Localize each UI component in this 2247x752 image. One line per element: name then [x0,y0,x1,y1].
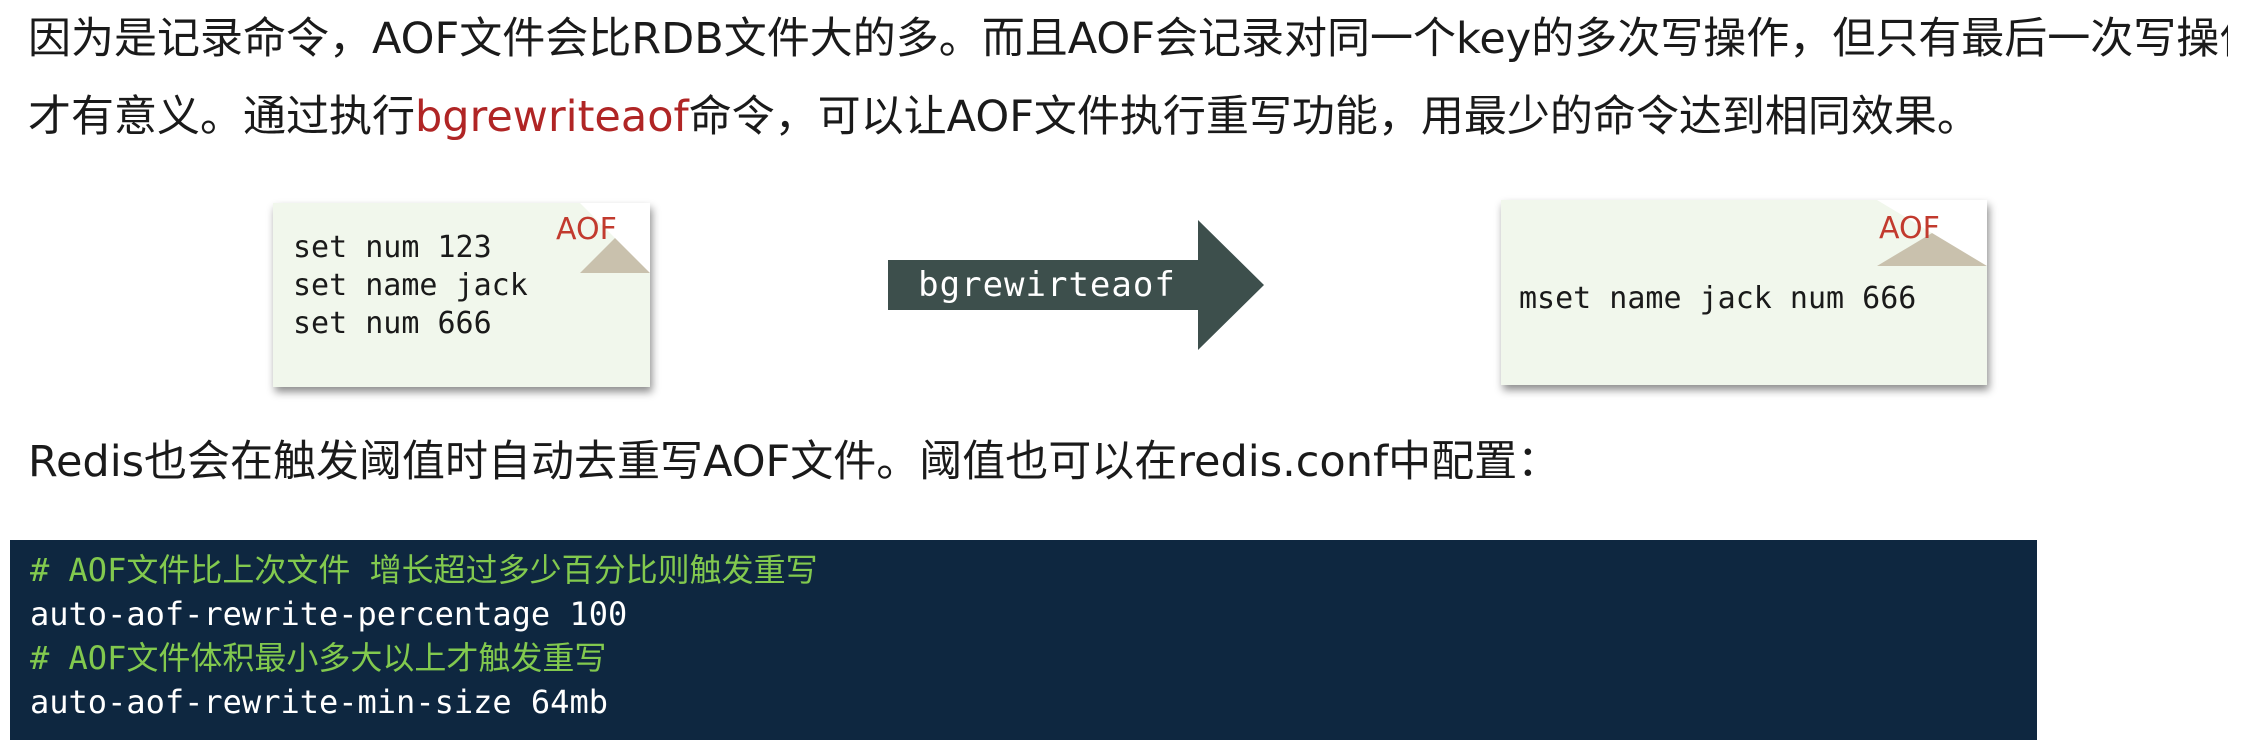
arrow-label: bgrewirteaof [918,265,1176,305]
aof-tag: AOF [1879,211,1940,246]
code-comment-line: # AOF文件体积最小多大以上才触发重写 [30,639,607,677]
aof-tag: AOF [556,212,617,247]
intro-line-2-start: 才有意义。通过执行 [28,92,415,142]
highlighted-command: bgrewriteaof [415,92,689,142]
command-line: mset name jack num 666 [1519,281,1917,316]
intro-line-1: 因为是记录命令，AOF文件会比RDB文件大的多。而且AOF会记录对同一个key的… [28,14,2228,64]
aof-after-note: AOF mset name jack num 666 [1501,200,1987,385]
command-line: set num 666 [293,306,492,341]
config-code-block: # AOF文件比上次文件 增长超过多少百分比则触发重写 auto-aof-rew… [10,540,2037,740]
aof-before-note: AOF set num 123 set name jack set num 666 [273,203,650,387]
intro-line-2-end: 命令，可以让AOF文件执行重写功能，用最少的命令达到相同效果。 [688,92,1980,142]
command-line: set num 123 [293,230,492,265]
aof-before-commands: set num 123 set name jack set num 666 [293,229,528,343]
intro-line-2: 才有意义。通过执行bgrewriteaof命令，可以让AOF文件执行重写功能，用… [28,78,2228,156]
command-line: set name jack [293,268,528,303]
code-config-line: auto-aof-rewrite-min-size 64mb [30,683,608,721]
aof-after-commands: mset name jack num 666 [1519,280,1916,318]
code-config-line: auto-aof-rewrite-percentage 100 [30,595,628,633]
intro-paragraph: 因为是记录命令，AOF文件会比RDB文件大的多。而且AOF会记录对同一个key的… [28,0,2228,156]
code-comment-line: # AOF文件比上次文件 增长超过多少百分比则触发重写 [30,551,818,589]
threshold-paragraph: Redis也会在触发阈值时自动去重写AOF文件。阈值也可以在redis.conf… [28,437,1561,487]
